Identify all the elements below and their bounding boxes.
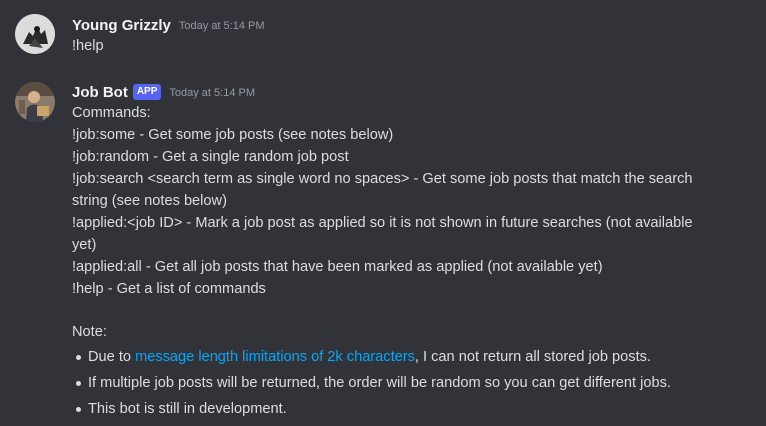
app-badge: APP xyxy=(132,84,162,100)
message-line: Commands: xyxy=(72,105,151,121)
message-content: !help xyxy=(72,38,104,54)
message-header: Job Bot APP Today at 5:14 PM xyxy=(72,81,255,103)
message-line: !job:random - Get a single random job po… xyxy=(72,149,349,165)
username[interactable]: Job Bot xyxy=(72,84,128,101)
message-line: !applied:<job ID> - Mark a job post as a… xyxy=(72,215,693,231)
bullet-icon xyxy=(76,381,81,386)
bullet-icon xyxy=(76,355,81,360)
message-line: string (see notes below) xyxy=(72,193,227,209)
note-text: Due to xyxy=(88,349,136,365)
user-avatar[interactable] xyxy=(15,14,55,54)
message-line: !applied:all - Get all job posts that ha… xyxy=(72,259,603,275)
message-job-bot: Job Bot APP Today at 5:14 PM Commands: !… xyxy=(0,70,766,426)
timestamp: Today at 5:14 PM xyxy=(178,20,265,32)
message-header: Young Grizzly Today at 5:14 PM xyxy=(72,14,265,36)
chat-messages: Young Grizzly Today at 5:14 PM !help Job… xyxy=(0,0,766,426)
note-item: If multiple job posts will be returned, … xyxy=(88,375,671,391)
note-item: This bot is still in development. xyxy=(88,401,287,417)
timestamp: Today at 5:14 PM xyxy=(169,87,255,99)
note-heading: Note: xyxy=(72,324,107,340)
job-bot-avatar-icon xyxy=(15,82,55,122)
bullet-icon xyxy=(76,407,81,412)
username[interactable]: Young Grizzly xyxy=(72,17,171,34)
message-length-link[interactable]: message length limitations of 2k charact… xyxy=(135,349,415,365)
note-item: Due to message length limitations of 2k … xyxy=(88,346,651,368)
message-young-grizzly: Young Grizzly Today at 5:14 PM !help xyxy=(0,0,766,70)
message-line: !job:some - Get some job posts (see note… xyxy=(72,127,394,143)
grizzly-avatar-icon xyxy=(15,14,55,54)
note-text: , I can not return all stored job posts. xyxy=(414,349,651,365)
bot-avatar[interactable] xyxy=(15,82,55,122)
message-line: yet) xyxy=(72,237,97,253)
message-line: !job:search <search term as single word … xyxy=(72,171,693,187)
message-line: !help - Get a list of commands xyxy=(72,281,266,297)
